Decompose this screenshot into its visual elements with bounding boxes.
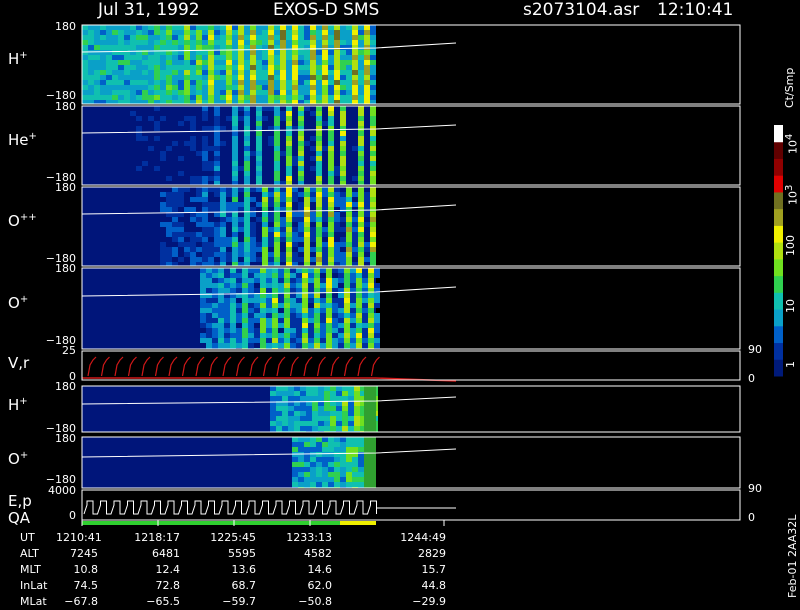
spectrogram-edge [364, 437, 376, 488]
colorbar-segment [774, 359, 783, 377]
colorbar-label: 100 [784, 235, 797, 256]
tick-label: 180 [55, 100, 76, 113]
row-label-inlat: InLat [20, 579, 48, 592]
panel-label-o-plusplus: O++ [8, 212, 37, 230]
right-tick-label: 90 [748, 343, 762, 356]
panel-label-qa: QA [8, 509, 31, 527]
panel-label-o-plus: O+ [8, 294, 29, 312]
colorbar-segment [774, 191, 783, 210]
colorbar-segment [774, 309, 783, 327]
colorbar-segment [774, 342, 783, 360]
spectrogram-cells [270, 386, 378, 432]
row-label-alt: ALT [20, 547, 39, 560]
colorbar-segment [774, 208, 783, 226]
panel-label-h-plus-2: H+ [8, 396, 28, 414]
footer-column: 1210:41 7245 10.8 74.5 −67.8 [56, 531, 102, 608]
colorbar-segment [774, 275, 783, 293]
colorbar-segment [774, 175, 783, 193]
footer-column: 1233:13 4582 14.6 62.0 −50.8 [286, 531, 332, 608]
colorbar-segment [774, 292, 783, 310]
row-label-ut: UT [20, 531, 35, 544]
right-tick-label: 90 [748, 482, 762, 495]
colorbar-segment [774, 258, 783, 277]
panel-label-h-plus: H+ [8, 50, 28, 68]
colorbar-segment [774, 158, 783, 176]
spectrogram-cells [82, 25, 376, 104]
panel-frame [81, 489, 741, 521]
footer-column: 1244:49 2829 15.7 44.8 −29.9 [400, 531, 446, 608]
spectrogram-cells [292, 437, 376, 488]
colorbar-label: 104 [784, 133, 800, 154]
panel-label-vr: V,r [8, 354, 30, 372]
qa-bar-good [82, 521, 340, 525]
spectrogram-cells [200, 268, 380, 349]
panel-label-ep: E,p [8, 492, 32, 510]
version-stamp: Feb-01 2AA32L [786, 514, 799, 598]
right-tick-label: 0 [748, 511, 755, 524]
tick-label: 25 [62, 344, 76, 357]
qa-bar-warn [340, 521, 376, 525]
spectrogram-plot [81, 24, 783, 526]
velocity-sawtooth [87, 356, 380, 377]
right-tick-label: 0 [748, 372, 755, 385]
colorbar-segment [774, 242, 783, 260]
colorbar-segment [774, 225, 783, 243]
tick-label: 180 [55, 432, 76, 445]
panel-frame [81, 350, 741, 381]
tick-label: 180 [55, 20, 76, 33]
colorbar-label: 10 [784, 299, 797, 313]
row-label-mlt: MLT [20, 563, 41, 576]
footer-row-labels: UT ALT MLT InLat MLat [20, 530, 47, 610]
panel-label-o-plus-2: O+ [8, 450, 29, 468]
colorbar-segment [774, 125, 783, 143]
spectrogram-edge [364, 386, 376, 432]
tick-label: 0 [69, 509, 76, 522]
energy-step-trace [83, 500, 377, 515]
footer-column: 1225:45 5595 13.6 68.7 −59.7 [210, 531, 256, 608]
colorbar-segment [774, 325, 783, 344]
tick-label: 180 [55, 380, 76, 393]
colorbar-segment [774, 141, 783, 159]
tick-label: 4000 [48, 484, 76, 497]
footer-column: 1218:17 6481 12.4 72.8 −65.5 [134, 531, 180, 608]
tick-label: 180 [55, 262, 76, 275]
colorbar-label: 1 [784, 361, 797, 368]
tick-label: 180 [55, 181, 76, 194]
colorbar-unit: Ct/Smp [783, 67, 796, 108]
colorbar-label: 103 [784, 184, 800, 205]
panel-label-he-plus: He+ [8, 131, 37, 149]
row-label-mlat: MLat [20, 595, 47, 608]
